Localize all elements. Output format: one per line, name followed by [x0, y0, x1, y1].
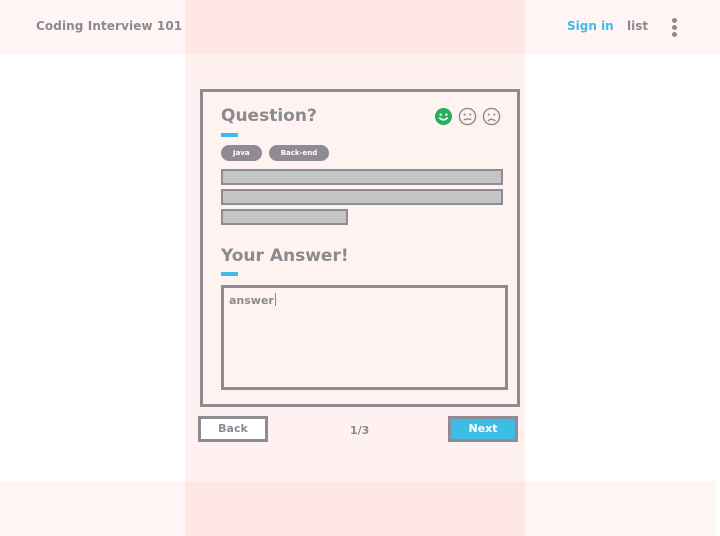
smiley-neutral-icon[interactable] — [458, 107, 477, 126]
answer-title-accent — [221, 272, 238, 276]
sign-in-link[interactable]: Sign in — [567, 19, 614, 33]
smiley-sad-icon[interactable] — [482, 107, 501, 126]
footer-column-bg — [185, 481, 525, 536]
question-text-placeholder-line — [221, 169, 503, 185]
header-column-bg — [185, 0, 525, 54]
answer-value: answer — [229, 294, 274, 307]
next-button[interactable]: Next — [448, 416, 518, 442]
question-text-placeholder-line — [221, 189, 503, 205]
question-title-accent — [221, 133, 238, 137]
back-button[interactable]: Back — [198, 416, 268, 442]
app-title: Coding Interview 101 — [36, 19, 183, 33]
answer-textarea[interactable]: answer — [221, 285, 508, 390]
tag-back-end[interactable]: Back-end — [268, 145, 330, 161]
text-caret — [274, 293, 276, 306]
question-card: Question? Java Back-end Your Answer! ans… — [200, 89, 520, 407]
answer-title: Your Answer! — [221, 246, 349, 266]
tag-java[interactable]: Java — [221, 145, 262, 161]
list-link[interactable]: list — [627, 19, 648, 33]
question-text-placeholder-line — [221, 209, 348, 225]
more-vertical-icon[interactable] — [668, 16, 682, 38]
answer-text-wrap: answer — [229, 293, 276, 307]
tag-list: Java Back-end — [221, 145, 331, 164]
page-indicator: 1/3 — [350, 424, 370, 437]
question-title: Question? — [221, 106, 317, 126]
smiley-happy-icon[interactable] — [434, 107, 453, 126]
